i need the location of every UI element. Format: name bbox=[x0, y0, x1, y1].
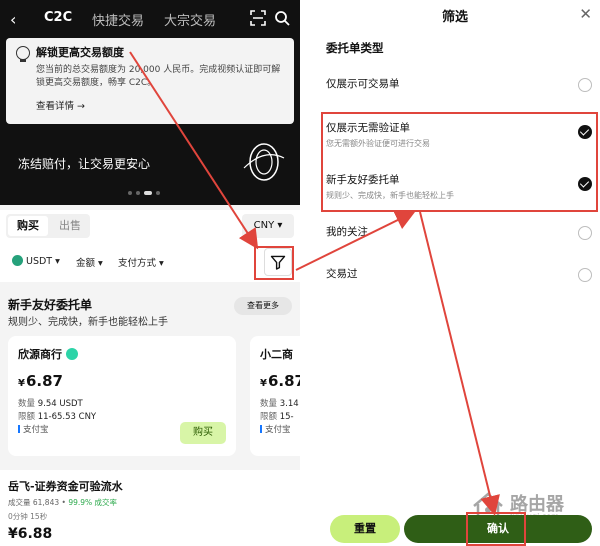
merchant-name: 小二商 bbox=[260, 348, 293, 361]
left-phone-screen: ‹ C2C 快捷交易 大宗交易 解锁更高交易额度 您当前的总交易额度为 20,0… bbox=[0, 0, 300, 546]
option-traded-before[interactable]: 交易过 bbox=[326, 266, 592, 282]
currency-select[interactable]: CNY ▾ bbox=[242, 214, 294, 238]
lightbulb-icon bbox=[16, 46, 30, 62]
amount-filter[interactable]: 金额 ▾ bbox=[76, 255, 103, 269]
coin-filter[interactable]: USDT ▾ bbox=[12, 255, 60, 267]
funnel-icon bbox=[270, 255, 286, 270]
buy-sell-toggle: 购买 出售 bbox=[6, 214, 90, 238]
radio-icon[interactable] bbox=[578, 226, 592, 240]
notice-details-link[interactable]: 查看详情 → bbox=[36, 98, 286, 112]
option-following[interactable]: 我的关注 bbox=[326, 224, 592, 240]
merchant-listing[interactable]: 岳飞-证券资金可验流水 成交量 61,843 • 99.9% 成交率 0分钟 1… bbox=[0, 470, 300, 546]
tab-c2c[interactable]: C2C bbox=[44, 10, 72, 25]
close-icon[interactable]: ✕ bbox=[579, 5, 592, 23]
tab-sell[interactable]: 出售 bbox=[52, 216, 88, 236]
order-price: ¥6.87 bbox=[260, 372, 300, 390]
view-more-button[interactable]: 查看更多 bbox=[234, 297, 292, 315]
section-subtitle: 规则少、完成快，新手也能轻松上手 bbox=[8, 317, 168, 328]
order-type-heading: 委托单类型 bbox=[326, 41, 384, 55]
section-title: 新手友好委托单 bbox=[8, 298, 93, 312]
merchant-price: ¥6.88 bbox=[8, 526, 53, 542]
release-time: 0分钟 15秒 bbox=[8, 512, 48, 521]
merchant-stats: 成交量 61,843 • 99.9% 成交率 bbox=[8, 498, 118, 507]
option-tradable-only[interactable]: 仅展示可交易单 bbox=[326, 76, 592, 92]
verified-badge-icon bbox=[66, 348, 78, 360]
tab-quick-trade[interactable]: 快捷交易 bbox=[92, 10, 144, 29]
notice-body: 您当前的总交易额度为 20,000 人民币。完成视频认证即可解锁更高交易额度，畅… bbox=[36, 65, 281, 88]
back-arrow-icon[interactable]: ‹ bbox=[10, 10, 16, 29]
panel-title: 筛选 bbox=[441, 10, 468, 25]
order-meta: 数量 3.14 限额 15- 支付宝 bbox=[260, 398, 300, 437]
payment-filter[interactable]: 支付方式 ▾ bbox=[118, 255, 164, 269]
filter-button[interactable] bbox=[264, 248, 292, 276]
top-nav-bar: ‹ C2C 快捷交易 大宗交易 bbox=[0, 8, 300, 32]
confirm-button[interactable]: 确认 bbox=[404, 515, 592, 543]
merchant-name: 岳飞-证券资金可验流水 bbox=[8, 480, 123, 493]
radio-icon[interactable] bbox=[578, 268, 592, 282]
order-price: ¥6.87 bbox=[18, 372, 63, 390]
carousel-dots bbox=[128, 191, 160, 195]
scan-icon[interactable] bbox=[250, 10, 266, 26]
option-no-verification[interactable]: 仅展示无需验证单 您无需额外验证便可进行交易 bbox=[326, 120, 592, 149]
coin-ring-icon bbox=[243, 143, 285, 181]
payment-method: 支付宝 bbox=[260, 424, 300, 437]
reset-button[interactable]: 重置 bbox=[330, 515, 400, 543]
usdt-icon bbox=[12, 255, 23, 266]
top-dark-area: ‹ C2C 快捷交易 大宗交易 解锁更高交易额度 您当前的总交易额度为 20,0… bbox=[0, 0, 300, 205]
merchant-name: 欣源商行 bbox=[18, 346, 226, 362]
checked-icon[interactable] bbox=[578, 177, 592, 191]
order-card[interactable]: 小二商 ¥6.87 数量 3.14 限额 15- 支付宝 bbox=[250, 336, 300, 456]
search-icon[interactable] bbox=[274, 10, 290, 26]
notice-title: 解锁更高交易额度 bbox=[36, 46, 124, 59]
limit-notice-card: 解锁更高交易额度 您当前的总交易额度为 20,000 人民币。完成视频认证即可解… bbox=[6, 38, 294, 124]
buy-button[interactable]: 购买 bbox=[180, 422, 226, 444]
trade-side-bar: 购买 出售 CNY ▾ bbox=[0, 210, 300, 242]
filter-bar: USDT ▾ 金额 ▾ 支付方式 ▾ bbox=[0, 242, 300, 282]
radio-icon[interactable] bbox=[578, 78, 592, 92]
checked-icon[interactable] bbox=[578, 125, 592, 139]
option-newbie-friendly[interactable]: 新手友好委托单 规则少、完成快，新手也能轻松上手 bbox=[326, 172, 592, 201]
tab-block-trade[interactable]: 大宗交易 bbox=[164, 10, 216, 29]
filter-panel: 筛选 ✕ 委托单类型 仅展示可交易单 仅展示无需验证单 您无需额外验证便可进行交… bbox=[310, 0, 600, 546]
banner-text: 冻结赔付，让交易更安心 bbox=[18, 157, 151, 171]
order-card[interactable]: 欣源商行 ¥6.87 数量 9.54 USDT 限额 11-65.53 CNY … bbox=[8, 336, 236, 456]
tab-buy[interactable]: 购买 bbox=[8, 216, 48, 236]
